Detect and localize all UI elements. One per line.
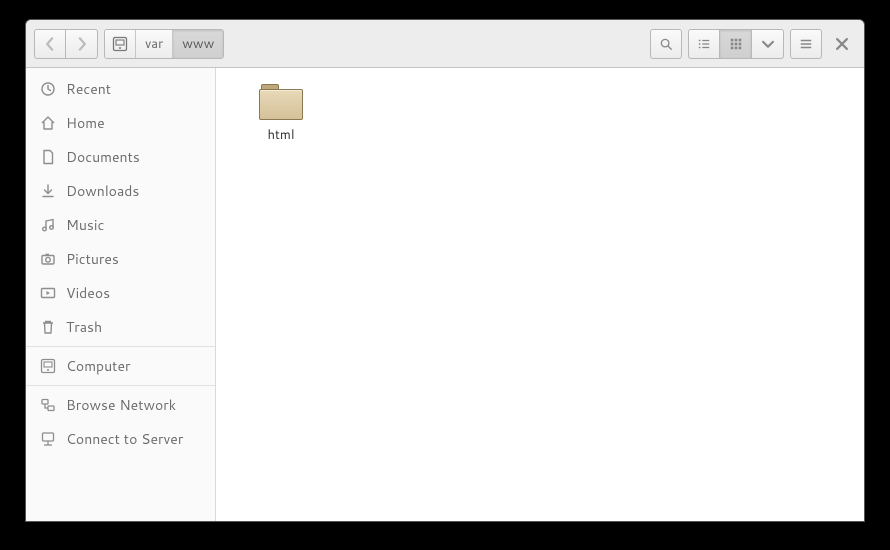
file-manager-window: var www: [25, 19, 865, 522]
file-pane[interactable]: html: [216, 68, 864, 521]
hamburger-menu-button[interactable]: [790, 29, 822, 59]
nav-buttons: [34, 29, 98, 59]
search-button-group: [650, 29, 682, 59]
document-icon: [40, 149, 56, 165]
sidebar-item-label: Browse Network: [66, 395, 176, 415]
sidebar-separator: [26, 385, 215, 386]
sidebar-item-label: Videos: [66, 283, 110, 303]
download-icon: [40, 183, 56, 199]
sidebar-item-label: Documents: [66, 147, 140, 167]
sidebar-item-connect-to-server[interactable]: Connect to Server: [26, 422, 215, 456]
trash-icon: [40, 319, 56, 335]
sidebar-item-label: Recent: [66, 79, 111, 99]
sidebar-item-pictures[interactable]: Pictures: [26, 242, 215, 276]
path-segment-root[interactable]: [105, 30, 136, 58]
forward-button[interactable]: [66, 29, 98, 59]
view-options-button[interactable]: [752, 29, 784, 59]
sidebar-item-videos[interactable]: Videos: [26, 276, 215, 310]
sidebar-item-trash[interactable]: Trash: [26, 310, 215, 344]
sidebar: Recent Home Documents Downloads Music Pi…: [26, 68, 216, 521]
path-segment-www[interactable]: www: [173, 30, 223, 58]
chevron-right-icon: [75, 37, 89, 51]
home-icon: [40, 115, 56, 131]
music-icon: [40, 217, 56, 233]
content-area: Recent Home Documents Downloads Music Pi…: [26, 68, 864, 521]
sidebar-item-label: Music: [66, 215, 104, 235]
drive-icon: [112, 36, 128, 52]
chevron-left-icon: [43, 37, 57, 51]
file-label: html: [267, 126, 294, 144]
sidebar-item-browse-network[interactable]: Browse Network: [26, 388, 215, 422]
sidebar-item-label: Trash: [66, 317, 102, 337]
camera-icon: [40, 251, 56, 267]
sidebar-item-label: Downloads: [66, 181, 139, 201]
computer-icon: [40, 358, 56, 374]
path-label: www: [182, 35, 214, 53]
path-segment-var[interactable]: var: [136, 30, 173, 58]
list-icon: [697, 37, 711, 51]
sidebar-item-music[interactable]: Music: [26, 208, 215, 242]
folder-item-html[interactable]: html: [236, 82, 326, 144]
sidebar-item-label: Computer: [66, 356, 130, 376]
back-button[interactable]: [34, 29, 66, 59]
network-icon: [40, 397, 56, 413]
grid-icon: [729, 37, 743, 51]
close-button[interactable]: [828, 29, 856, 59]
list-view-button[interactable]: [688, 29, 720, 59]
video-icon: [40, 285, 56, 301]
sidebar-item-downloads[interactable]: Downloads: [26, 174, 215, 208]
search-icon: [659, 37, 673, 51]
path-bar: var www: [104, 29, 224, 59]
sidebar-item-home[interactable]: Home: [26, 106, 215, 140]
chevron-down-icon: [761, 37, 775, 51]
sidebar-item-documents[interactable]: Documents: [26, 140, 215, 174]
sidebar-item-label: Home: [66, 113, 105, 133]
search-button[interactable]: [650, 29, 682, 59]
sidebar-item-computer[interactable]: Computer: [26, 349, 215, 383]
view-buttons: [688, 29, 784, 59]
server-icon: [40, 431, 56, 447]
sidebar-item-label: Connect to Server: [66, 429, 183, 449]
close-icon: [835, 37, 849, 51]
toolbar: var www: [26, 20, 864, 68]
menu-button-group: [790, 29, 822, 59]
sidebar-item-recent[interactable]: Recent: [26, 72, 215, 106]
clock-icon: [40, 81, 56, 97]
folder-icon: [259, 84, 303, 120]
path-label: var: [145, 35, 163, 53]
sidebar-separator: [26, 346, 215, 347]
sidebar-item-label: Pictures: [66, 249, 119, 269]
hamburger-icon: [799, 37, 813, 51]
grid-view-button[interactable]: [720, 29, 752, 59]
